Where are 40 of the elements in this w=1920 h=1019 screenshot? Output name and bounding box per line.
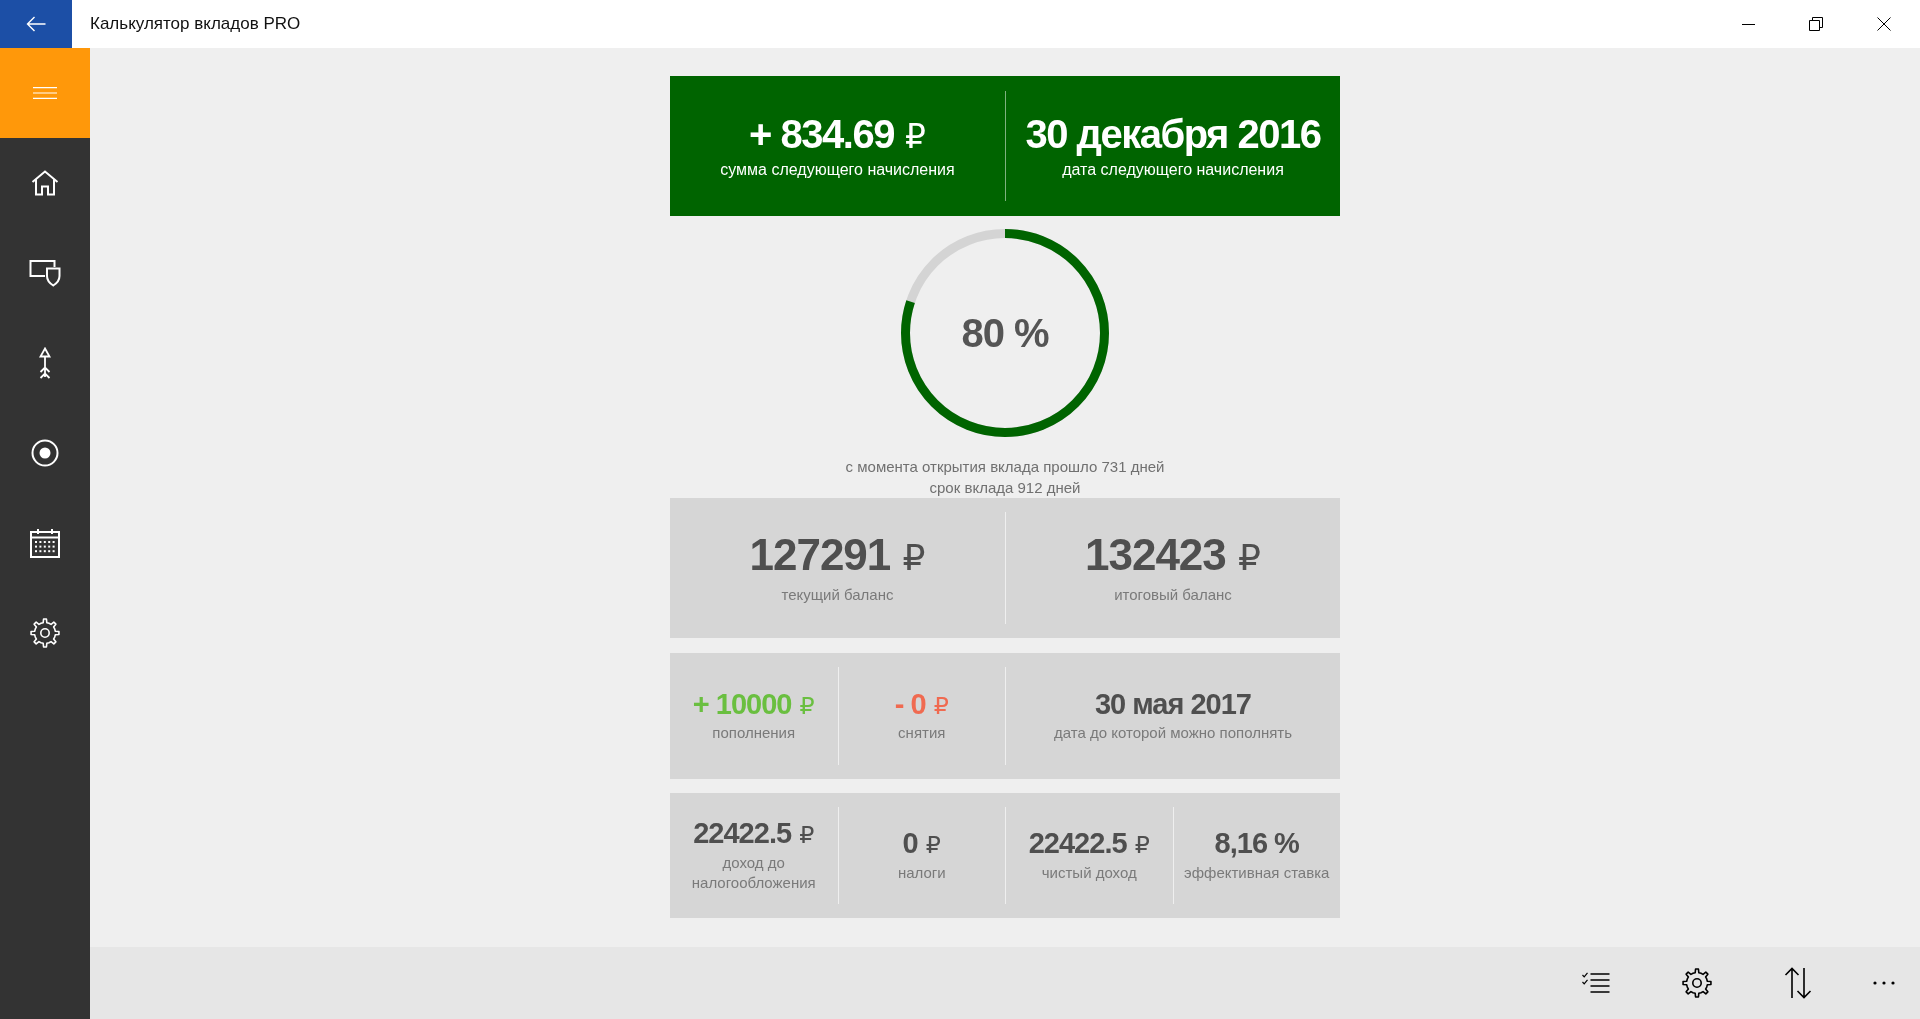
stat-label: текущий баланс [781, 585, 894, 606]
stat-value: 30 мая 2017 [1095, 688, 1251, 721]
stat-label: снятия [898, 723, 946, 744]
progress-percent: 80 % [961, 310, 1049, 356]
stat-value: 127291 ₽ [749, 530, 926, 580]
stat-label: чистый доход [1041, 862, 1137, 883]
stat-value: + 10000 ₽ [692, 688, 815, 721]
close-icon[interactable] [1877, 17, 1891, 31]
minimize-icon[interactable] [1741, 23, 1755, 25]
stat-value: 30 декабря 2016 [1025, 112, 1321, 156]
stat-label: сумма следующего начисления [720, 160, 955, 180]
stat-label: пополнения [712, 723, 796, 744]
stat-label: эффективная ставка [1184, 862, 1330, 883]
window-title: Калькулятор вкладов PRO [90, 14, 301, 34]
stat-value: + 834.69 ₽ [749, 112, 926, 156]
stat-value: 8,16 % [1214, 828, 1299, 860]
stat-label: дата до которой можно пополнять [1054, 723, 1292, 744]
stat-label: доход до налогообложения [690, 852, 817, 893]
stat-label: дата следующего начисления [1062, 160, 1284, 180]
term-text: срок вклада 912 дней [929, 478, 1081, 498]
menu-icon [33, 87, 57, 99]
home-icon[interactable] [31, 170, 59, 196]
stat-label: налоги [897, 862, 946, 883]
stat-value: - 0 ₽ [894, 688, 949, 721]
checklist-icon[interactable] [1581, 972, 1610, 994]
restore-icon[interactable] [1809, 17, 1823, 31]
screen-shield-icon[interactable] [29, 259, 61, 287]
stat-value: 0 ₽ [902, 828, 941, 860]
stat-value: 132423 ₽ [1085, 530, 1261, 580]
stat-value: 22422.5 ₽ [693, 818, 815, 850]
circle-dot-icon[interactable] [31, 439, 59, 467]
stat-value: 22422.5 ₽ [1028, 828, 1150, 860]
settings-icon[interactable] [1681, 968, 1712, 998]
more-icon[interactable] [1873, 981, 1895, 985]
elapsed-text: с момента открытия вклада прошло 731 дней [845, 457, 1165, 477]
sort-arrows-icon[interactable] [1783, 967, 1812, 999]
calendar-icon[interactable] [30, 528, 60, 558]
arrow-icon[interactable] [38, 347, 52, 379]
back-arrow-icon [26, 16, 46, 32]
stat-label: итоговый баланс [1114, 585, 1232, 606]
